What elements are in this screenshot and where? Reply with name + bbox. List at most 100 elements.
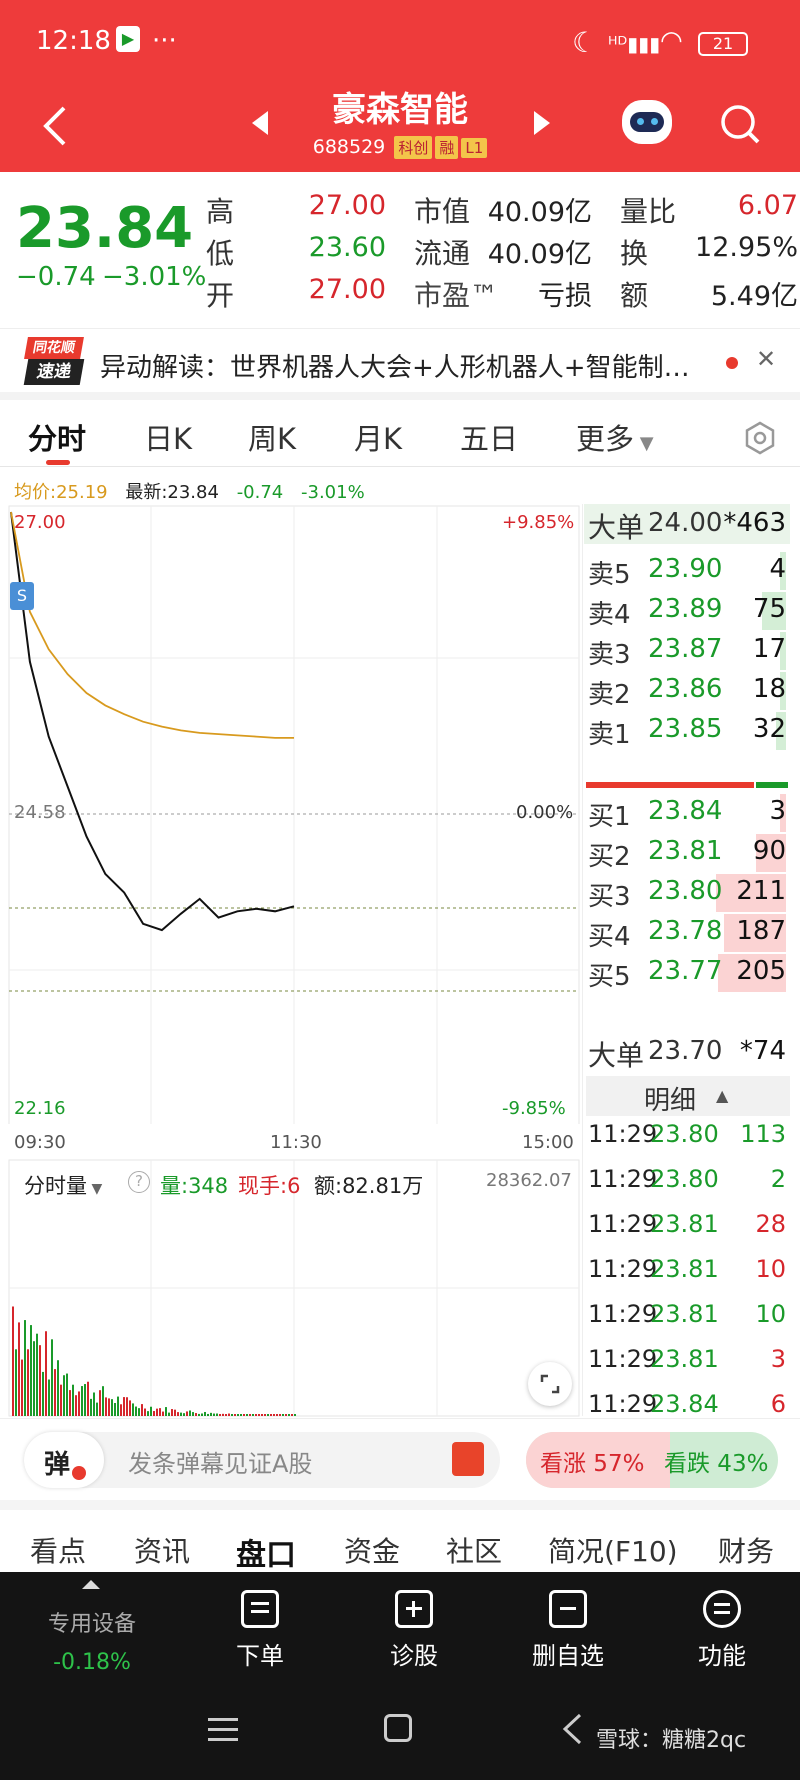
price-change-pct: −3.01% xyxy=(102,262,207,292)
volume-bar xyxy=(114,1402,116,1416)
price-change: −0.74 xyxy=(16,262,96,292)
volume-selector[interactable]: 分时量 ▼ xyxy=(24,1170,102,1200)
news-logo-top: 同花顺 xyxy=(24,337,84,359)
tab-weekly-k[interactable]: 周K xyxy=(248,416,296,458)
volume-bar xyxy=(174,1409,176,1416)
order-level-volume: 32 xyxy=(752,714,786,744)
volume-bar xyxy=(273,1414,275,1416)
search-icon[interactable] xyxy=(718,102,762,146)
nav-remove-watch[interactable]: 删自选 xyxy=(508,1590,628,1671)
tick-volume: 113 xyxy=(740,1120,786,1148)
sector-name[interactable]: 专用设备 xyxy=(30,1606,154,1638)
volume-bar xyxy=(135,1406,137,1416)
section-gap xyxy=(0,1500,800,1510)
system-menu-icon[interactable] xyxy=(208,1718,238,1741)
stat-value-high: 27.00 xyxy=(308,190,386,221)
danmaku-toggle[interactable]: 弹 xyxy=(24,1432,104,1488)
volume-bar xyxy=(42,1371,44,1416)
big-sell-label: 大单 xyxy=(588,511,645,544)
tab-orderbook[interactable]: 盘口 xyxy=(236,1530,296,1574)
tick-time: 11:29 xyxy=(588,1255,658,1283)
volume-bar xyxy=(237,1414,239,1416)
tab-profile[interactable]: 简况(F10) xyxy=(548,1530,678,1570)
tick-volume: 10 xyxy=(755,1255,786,1283)
volume-bar xyxy=(288,1414,290,1416)
order-level-price: 23.77 xyxy=(648,956,723,986)
intraday-chart[interactable] xyxy=(0,504,582,1124)
chart-info-bar: 均价:25.19 最新:23.84 -0.74 -3.01% xyxy=(14,478,365,504)
chevron-down-icon: ▼ xyxy=(87,1181,103,1197)
ticks-header[interactable]: 明细 ▲ xyxy=(586,1076,790,1116)
tab-more[interactable]: 更多 ▼ xyxy=(576,416,654,458)
volume-bar xyxy=(138,1408,140,1416)
tick-price: 23.81 xyxy=(650,1255,719,1283)
gift-icon[interactable] xyxy=(452,1442,484,1476)
volume-bar xyxy=(216,1413,218,1416)
latest-change: -0.74 xyxy=(236,482,284,503)
volume-bar xyxy=(57,1360,59,1416)
stat-label-float: 流通 xyxy=(414,237,471,270)
danmaku-divider xyxy=(0,1418,800,1419)
volume-bar xyxy=(87,1381,89,1416)
order-level-volume: 18 xyxy=(752,674,786,704)
signal-icon: ᴴᴰ▮▮▮ xyxy=(608,32,661,56)
tab-highlights[interactable]: 看点 xyxy=(30,1530,86,1570)
nav-diagnose[interactable]: 诊股 xyxy=(354,1590,474,1671)
latest-change-pct: -3.01% xyxy=(301,482,365,503)
volume-bar xyxy=(162,1411,164,1416)
chevron-up-icon: ▲ xyxy=(716,1086,729,1105)
vote-down-button[interactable]: 看跌 43% xyxy=(664,1444,768,1478)
next-stock-icon[interactable] xyxy=(534,111,550,135)
fullscreen-icon[interactable] xyxy=(528,1362,572,1406)
settings-hexagon-icon[interactable] xyxy=(742,420,778,456)
nav-order[interactable]: 下单 xyxy=(200,1590,320,1671)
volume-bar xyxy=(48,1379,50,1416)
volume-bar xyxy=(156,1408,158,1416)
volume-bar xyxy=(276,1414,278,1416)
tab-five-day[interactable]: 五日 xyxy=(460,416,518,458)
volume-bar xyxy=(183,1413,185,1416)
sell-pressure-bar xyxy=(756,782,788,788)
tab-news[interactable]: 资讯 xyxy=(134,1530,190,1570)
tab-intraday[interactable]: 分时 xyxy=(28,416,86,458)
tag-level: L1 xyxy=(461,138,488,158)
sell-signal-marker[interactable]: S xyxy=(10,582,34,610)
volume-bar xyxy=(210,1412,212,1416)
chart-high-price: 27.00 xyxy=(14,512,66,533)
tab-daily-k[interactable]: 日K xyxy=(144,416,192,458)
volume-bar xyxy=(159,1408,161,1416)
expand-up-icon[interactable] xyxy=(82,1580,100,1589)
volume-bar xyxy=(63,1375,65,1416)
robot-assistant-icon[interactable] xyxy=(622,100,672,144)
volume-bar xyxy=(279,1414,281,1416)
volume-bar xyxy=(234,1414,236,1416)
volume-bar xyxy=(195,1413,197,1416)
system-back-icon[interactable] xyxy=(560,1712,584,1746)
order-level-volume: 90 xyxy=(752,836,786,866)
danmaku-input[interactable]: 弹 发条弹幕见证A股 xyxy=(24,1432,500,1488)
chevron-down-icon: ▼ xyxy=(634,433,654,454)
order-level-price: 23.89 xyxy=(648,594,723,624)
volume-bar xyxy=(150,1406,152,1416)
news-close-icon[interactable]: ✕ xyxy=(756,345,776,373)
help-icon[interactable]: ? xyxy=(128,1171,150,1193)
tick-volume: 10 xyxy=(755,1300,786,1328)
chart-ref-price: 24.58 xyxy=(14,802,66,823)
vote-up-button[interactable]: 看涨 57% xyxy=(540,1444,644,1478)
tab-monthly-k[interactable]: 月K xyxy=(354,416,402,458)
tick-volume: 2 xyxy=(770,1165,786,1193)
volume-max: 28362.07 xyxy=(486,1170,572,1191)
stock-code: 688529 xyxy=(312,136,386,158)
order-level-price: 23.78 xyxy=(648,916,723,946)
tab-financials[interactable]: 财务 xyxy=(718,1530,774,1570)
stat-label-mcap: 市值 xyxy=(414,195,471,228)
tick-price: 23.81 xyxy=(650,1300,719,1328)
volume-bar xyxy=(147,1411,149,1416)
volume-qty: 量:348 xyxy=(160,1174,229,1198)
tab-funds[interactable]: 资金 xyxy=(344,1530,400,1570)
big-sell-price: 24.00 xyxy=(648,508,723,538)
tab-community[interactable]: 社区 xyxy=(446,1530,502,1570)
news-banner[interactable]: 同花顺 速递 异动解读：世界机器人大会+人形机器人+智能制… ✕ xyxy=(0,328,800,400)
system-home-icon[interactable] xyxy=(384,1714,412,1742)
nav-functions[interactable]: 功能 xyxy=(662,1590,782,1671)
